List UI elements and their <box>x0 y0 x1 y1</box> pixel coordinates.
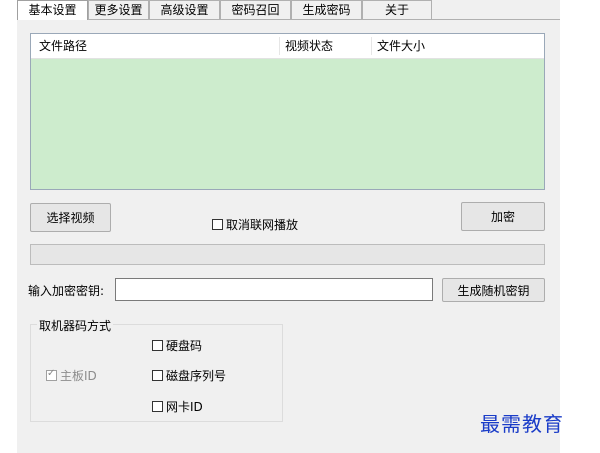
tab-more-settings[interactable]: 更多设置 <box>88 0 149 19</box>
generate-random-key-button[interactable]: 生成随机密钥 <box>442 278 545 302</box>
column-file-path[interactable]: 文件路径 <box>39 34 87 58</box>
nic-id-checkbox[interactable] <box>152 401 163 412</box>
disk-serial-checkbox[interactable] <box>152 370 163 381</box>
encrypt-progress-bar <box>30 244 545 265</box>
nic-id-label: 网卡ID <box>166 400 203 414</box>
column-video-status[interactable]: 视频状态 <box>285 34 333 58</box>
mainboard-id-checkbox <box>46 368 57 381</box>
tab-generate-password[interactable]: 生成密码 <box>291 0 362 19</box>
select-video-button[interactable]: 选择视频 <box>30 203 111 232</box>
disk-serial-option[interactable]: 磁盘序列号 <box>152 367 226 384</box>
disk-code-label: 硬盘码 <box>166 339 203 353</box>
disk-serial-label: 磁盘序列号 <box>166 369 227 383</box>
encryption-key-input[interactable] <box>115 278 433 301</box>
column-file-size[interactable]: 文件大小 <box>377 34 425 58</box>
column-separator <box>279 37 280 55</box>
cancel-network-playback-label: 取消联网播放 <box>226 218 299 232</box>
column-separator <box>371 37 372 55</box>
tab-advanced-settings[interactable]: 高级设置 <box>149 0 220 19</box>
file-list[interactable]: 文件路径 视频状态 文件大小 <box>30 33 545 190</box>
encrypt-button[interactable]: 加密 <box>461 202 545 231</box>
basic-settings-panel: 文件路径 视频状态 文件大小 选择视频 取消联网播放 加密 输入加密密钥: 生成… <box>17 19 560 453</box>
nic-id-option[interactable]: 网卡ID <box>152 398 203 415</box>
tab-about[interactable]: 关于 <box>362 0 432 19</box>
file-list-header: 文件路径 视频状态 文件大小 <box>31 34 544 59</box>
main-window: 基本设置 更多设置 高级设置 密码召回 生成密码 关于 文件路径 视频状态 文件… <box>17 0 560 453</box>
cancel-network-playback-option[interactable]: 取消联网播放 <box>212 216 298 233</box>
key-input-label: 输入加密密钥: <box>28 284 105 298</box>
cancel-network-playback-checkbox[interactable] <box>212 219 223 230</box>
machine-code-groupbox: 取机器码方式 硬盘码 主板ID 磁盘序列号 网卡ID <box>30 317 283 422</box>
disk-code-option[interactable]: 硬盘码 <box>152 337 202 354</box>
watermark-text: 最需教育 <box>480 412 564 436</box>
tab-bar: 基本设置 更多设置 高级设置 密码召回 生成密码 关于 <box>17 0 560 20</box>
tab-basic-settings[interactable]: 基本设置 <box>17 0 88 20</box>
mainboard-id-option: 主板ID <box>46 367 97 384</box>
tab-password-recall[interactable]: 密码召回 <box>220 0 291 19</box>
machine-code-group-title: 取机器码方式 <box>37 317 114 334</box>
mainboard-id-label: 主板ID <box>60 369 97 383</box>
disk-code-checkbox[interactable] <box>152 340 163 351</box>
